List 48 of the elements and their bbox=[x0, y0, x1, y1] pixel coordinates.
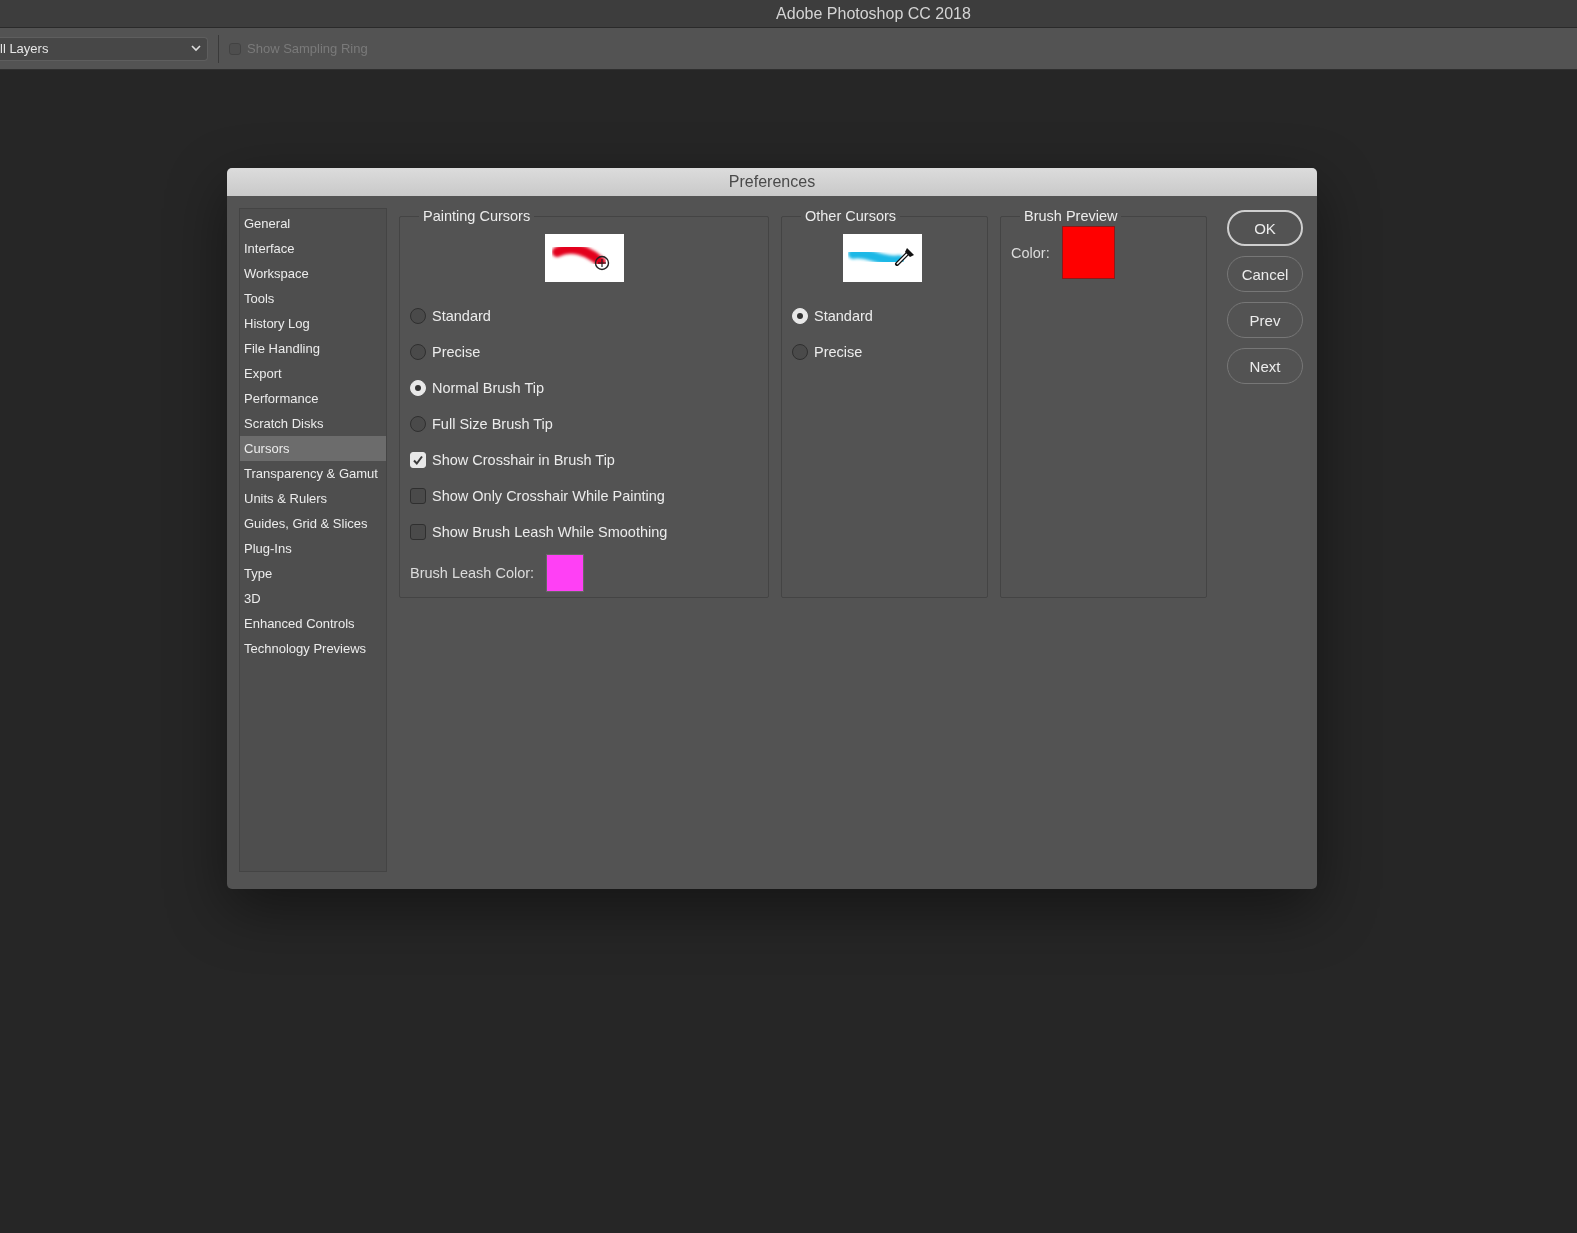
dialog-button[interactable]: Next bbox=[1227, 348, 1303, 384]
option-label: Show Only Crosshair While Painting bbox=[432, 488, 665, 504]
option-label: Full Size Brush Tip bbox=[432, 416, 553, 432]
sidebar-item[interactable]: Scratch Disks bbox=[240, 411, 386, 436]
sidebar-item[interactable]: Tools bbox=[240, 286, 386, 311]
dialog-title: Preferences bbox=[728, 173, 816, 191]
color-swatch[interactable] bbox=[1061, 226, 1115, 279]
option-label: Show Brush Leash While Smoothing bbox=[432, 524, 668, 540]
sidebar-item[interactable]: Cursors bbox=[240, 436, 386, 461]
sidebar-item[interactable]: File Handling bbox=[240, 336, 386, 361]
sidebar-item[interactable]: Enhanced Controls bbox=[240, 611, 386, 636]
radio-button[interactable] bbox=[410, 308, 426, 324]
radio-button[interactable] bbox=[410, 344, 426, 360]
sidebar-item[interactable]: Guides, Grid & Slices bbox=[240, 511, 386, 536]
group-title: Other Cursors bbox=[804, 208, 898, 224]
sidebar-item[interactable]: Workspace bbox=[240, 261, 386, 286]
sample-dropdown[interactable]: ll Layers bbox=[0, 36, 208, 61]
group-title: Painting Cursors bbox=[422, 208, 532, 224]
color-swatch[interactable] bbox=[546, 554, 585, 592]
group-title: Brush Preview bbox=[1023, 208, 1119, 224]
option-label: Show Crosshair in Brush Tip bbox=[432, 452, 615, 468]
sidebar-item[interactable]: Type bbox=[240, 561, 386, 586]
color-label: Color: bbox=[1011, 244, 1050, 261]
sidebar-item[interactable]: Export bbox=[240, 361, 386, 386]
sidebar-item[interactable]: Interface bbox=[240, 236, 386, 261]
radio-button[interactable] bbox=[410, 416, 426, 432]
sidebar-item[interactable]: General bbox=[240, 211, 386, 236]
sidebar-item[interactable]: Transparency & Gamut bbox=[240, 461, 386, 486]
sidebar-item[interactable]: Units & Rulers bbox=[240, 486, 386, 511]
dialog-button[interactable]: Prev bbox=[1227, 302, 1303, 338]
checkbox[interactable] bbox=[410, 488, 426, 504]
option-label: Standard bbox=[432, 308, 491, 324]
sidebar-item[interactable]: History Log bbox=[240, 311, 386, 336]
sidebar-item[interactable]: Performance bbox=[240, 386, 386, 411]
dialog-button[interactable]: OK bbox=[1227, 210, 1303, 246]
chevron-down-icon bbox=[191, 45, 201, 52]
leash-color-label: Brush Leash Color: bbox=[410, 565, 535, 581]
option-label: Normal Brush Tip bbox=[432, 380, 544, 396]
sidebar-item[interactable]: Technology Previews bbox=[240, 636, 386, 661]
option-label: Precise bbox=[432, 344, 481, 360]
sidebar-item[interactable]: 3D bbox=[240, 586, 386, 611]
option-label: Standard bbox=[814, 308, 873, 324]
option-label: Precise bbox=[814, 344, 863, 360]
sidebar-item[interactable]: Plug-Ins bbox=[240, 536, 386, 561]
radio-button[interactable] bbox=[792, 344, 808, 360]
checkbox[interactable] bbox=[410, 524, 426, 540]
window-title: Adobe Photoshop CC 2018 bbox=[776, 4, 971, 23]
dialog-button[interactable]: Cancel bbox=[1227, 256, 1303, 292]
